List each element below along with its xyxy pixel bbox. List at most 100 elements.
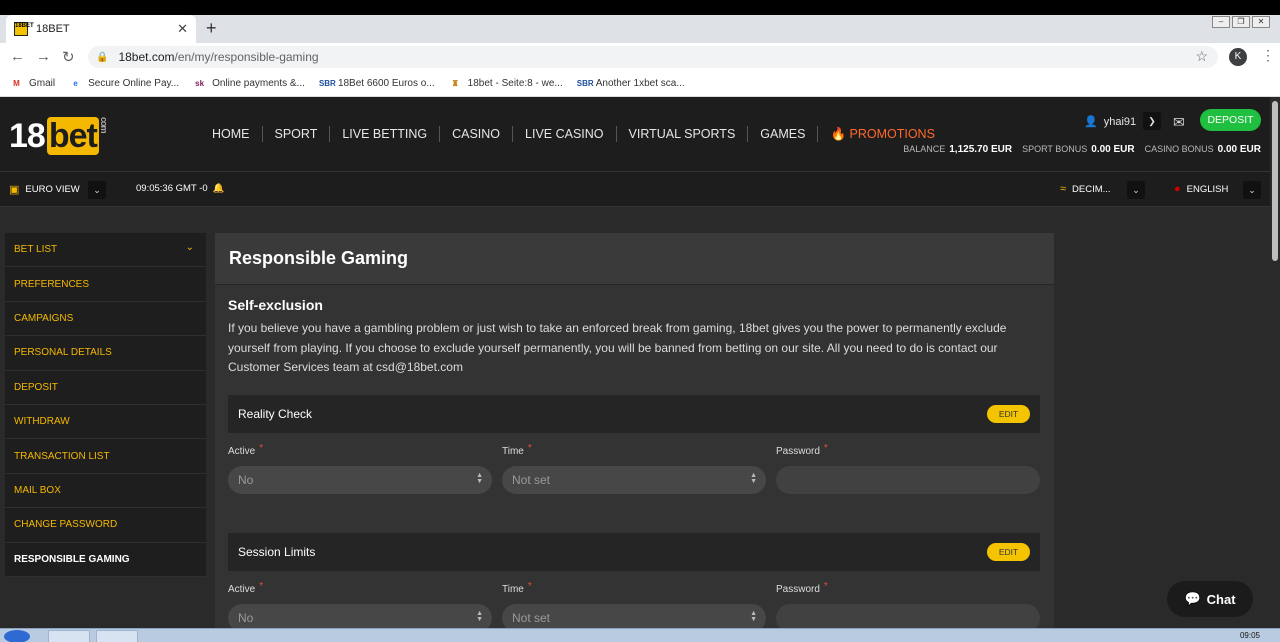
reality-check-edit-button[interactable]: EDIT xyxy=(987,404,1030,423)
sidebar-item-withdraw[interactable]: WITHDRAW xyxy=(5,405,206,440)
reality-check-header: Reality Check EDIT xyxy=(228,394,1040,433)
panel-header: Responsible Gaming xyxy=(215,233,1054,285)
minimize-icon[interactable]: – xyxy=(1212,16,1230,28)
site-logo[interactable]: 18 bet com xyxy=(9,117,109,156)
sl-time-field: Time * Not set ▲ ▼ xyxy=(502,580,766,632)
sidebar-item-bet-list[interactable]: BET LIST ⌄ xyxy=(5,233,206,268)
sidebar-item-responsible-gaming[interactable]: RESPONSIBLE GAMING xyxy=(5,543,206,577)
nav-games[interactable]: GAMES xyxy=(748,126,819,142)
rc-active-select[interactable]: No ▲ ▼ xyxy=(228,465,492,494)
sl-password-field: Password * xyxy=(776,580,1040,632)
main-nav: HOME SPORT LIVE BETTING CASINO LIVE CASI… xyxy=(200,126,947,142)
scrollbar-thumb[interactable] xyxy=(1272,101,1278,261)
nav-sport[interactable]: SPORT xyxy=(263,126,331,142)
close-tab-icon[interactable]: ✕ xyxy=(177,21,188,37)
rc-time-select[interactable]: Not set ▲ ▼ xyxy=(502,465,766,494)
nav-home[interactable]: HOME xyxy=(200,126,263,142)
bookmark-item[interactable]: M Gmail xyxy=(10,77,55,90)
bookmark-favicon-icon: SBR xyxy=(576,79,594,88)
tab-bar: 18BET 18BET ✕ + – ❐ ✕ xyxy=(0,15,1280,43)
language-dropdown-chevron-icon[interactable]: ⌄ xyxy=(1243,181,1261,199)
rc-time-field: Time * Not set ▲ ▼ xyxy=(502,442,766,494)
reality-check-fields: Active * No ▲ ▼ Time * Not set ▲ ▼ Password * xyxy=(228,442,1040,494)
rc-active-field: Active * No ▲ ▼ xyxy=(228,442,492,494)
address-bar[interactable]: 🔒 18bet.com/en/my/responsible-gaming ☆ xyxy=(88,46,1218,68)
odds-format-selector[interactable]: ≈ DECIM... xyxy=(1060,183,1111,195)
bell-icon[interactable]: 🔔 xyxy=(213,183,225,194)
bookmark-item[interactable]: SBR Another 1xbet sca... xyxy=(577,77,685,90)
user-icon: 👤 xyxy=(1084,116,1098,128)
select-arrows-icon: ▲ ▼ xyxy=(750,609,757,623)
user-dropdown-chevron-icon[interactable]: ❯ xyxy=(1143,112,1161,130)
bookmark-item[interactable]: SBR 18Bet 6600 Euros o... xyxy=(319,77,435,90)
deposit-button[interactable]: DEPOSIT xyxy=(1200,109,1261,131)
menu-kebab-icon[interactable]: ⋮ xyxy=(1261,47,1275,64)
view-dropdown-chevron-icon[interactable]: ⌄ xyxy=(88,181,106,199)
browser-tab[interactable]: 18BET 18BET ✕ xyxy=(6,15,196,43)
new-tab-icon[interactable]: + xyxy=(206,18,217,39)
responsible-gaming-panel: Responsible Gaming Self-exclusion If you… xyxy=(215,233,1054,642)
rc-active-label: Active * xyxy=(228,442,264,457)
user-menu[interactable]: 👤 yhai91 xyxy=(1084,115,1137,129)
forward-icon[interactable]: → xyxy=(36,48,51,65)
sidebar-item-personal-details[interactable]: PERSONAL DETAILS xyxy=(5,336,206,371)
page-scrollbar[interactable] xyxy=(1270,97,1280,628)
bookmark-label: Gmail xyxy=(29,78,56,89)
bookmark-item[interactable]: ♜ 18bet - Seite:8 - we... xyxy=(449,77,563,90)
sidebar-item-change-password[interactable]: CHANGE PASSWORD xyxy=(5,508,206,543)
bookmark-label: Online payments &... xyxy=(212,78,305,89)
session-limits-title: Session Limits xyxy=(238,544,316,559)
panel-body: Self-exclusion If you believe you have a… xyxy=(215,285,1054,632)
clock: 09:05:36 GMT -0 🔔 xyxy=(136,183,225,194)
bookmark-item[interactable]: sk Online payments &... xyxy=(193,77,305,90)
restore-icon[interactable]: ❐ xyxy=(1232,16,1250,28)
profile-avatar[interactable]: K xyxy=(1229,48,1247,66)
sub-bar: ▣ EURO VIEW ⌄ 09:05:36 GMT -0 🔔 ≈ DECIM...… xyxy=(0,171,1270,207)
taskbar-explorer-icon[interactable] xyxy=(96,630,138,642)
close-window-icon[interactable]: ✕ xyxy=(1252,16,1270,28)
casino-bonus: CASINO BONUS 0.00 EUR xyxy=(1144,144,1261,155)
taskbar-chrome-icon[interactable] xyxy=(48,630,90,642)
nav-live-betting[interactable]: LIVE BETTING xyxy=(330,126,441,142)
sl-active-field: Active * No ▲ ▼ xyxy=(228,581,492,632)
sidebar-item-preferences[interactable]: PREFERENCES xyxy=(5,267,206,302)
bookmark-label: 18bet - Seite:8 - we... xyxy=(467,78,563,89)
balance: BALANCE 1,125.70 EUR xyxy=(903,144,1013,155)
reload-icon[interactable]: ↻ xyxy=(62,48,75,66)
nav-live-casino[interactable]: LIVE CASINO xyxy=(513,126,617,142)
rc-password-input[interactable] xyxy=(776,465,1040,494)
mail-icon[interactable]: ✉ xyxy=(1173,114,1185,131)
window-controls: – ❐ ✕ xyxy=(1212,16,1270,28)
session-limits-fields: Active * No ▲ ▼ Time * Not set ▲ ▼ Password * xyxy=(228,580,1040,632)
lock-icon: 🔒 xyxy=(96,51,109,63)
nav-casino[interactable]: CASINO xyxy=(440,126,514,142)
odds-dropdown-chevron-icon[interactable]: ⌄ xyxy=(1127,181,1145,199)
sidebar-item-campaigns[interactable]: CAMPAIGNS xyxy=(5,302,206,337)
nav-promotions[interactable]: 🔥 PROMOTIONS xyxy=(818,126,946,142)
sl-time-label: Time * xyxy=(502,580,532,595)
browser-toolbar: ← → ↻ 🔒 18bet.com/en/my/responsible-gami… xyxy=(0,43,1280,71)
euro-view-selector[interactable]: ▣ EURO VIEW xyxy=(9,183,80,196)
language-selector[interactable]: ● ENGLISH xyxy=(1174,183,1228,195)
nav-virtual-sports[interactable]: VIRTUAL SPORTS xyxy=(617,126,749,142)
rc-time-label: Time * xyxy=(502,442,532,457)
bookmark-star-icon[interactable]: ☆ xyxy=(1195,48,1208,65)
taskbar-clock: 09:05 xyxy=(1239,631,1260,640)
chat-button[interactable]: 💬 Chat xyxy=(1167,581,1253,617)
uk-flag-icon: ● xyxy=(1174,183,1181,195)
start-button[interactable] xyxy=(4,630,30,642)
screen-top-strip xyxy=(0,0,1280,15)
self-exclusion-title: Self-exclusion xyxy=(228,297,323,313)
session-limits-edit-button[interactable]: EDIT xyxy=(987,542,1030,561)
sidebar-item-transaction-list[interactable]: TRANSACTION LIST xyxy=(5,439,206,474)
page-title: Responsible Gaming xyxy=(229,248,409,268)
bookmark-label: Another 1xbet sca... xyxy=(595,78,685,89)
sl-password-label: Password * xyxy=(776,580,828,595)
sidebar-item-mail-box[interactable]: MAIL BOX xyxy=(5,474,206,509)
self-exclusion-text: If you believe you have a gambling probl… xyxy=(228,321,1007,374)
select-arrows-icon: ▲ ▼ xyxy=(750,471,757,485)
back-icon[interactable]: ← xyxy=(10,48,25,65)
username: yhai91 xyxy=(1103,115,1137,128)
sidebar-item-deposit[interactable]: DEPOSIT xyxy=(5,371,206,405)
bookmark-item[interactable]: e Secure Online Pay... xyxy=(69,77,179,90)
